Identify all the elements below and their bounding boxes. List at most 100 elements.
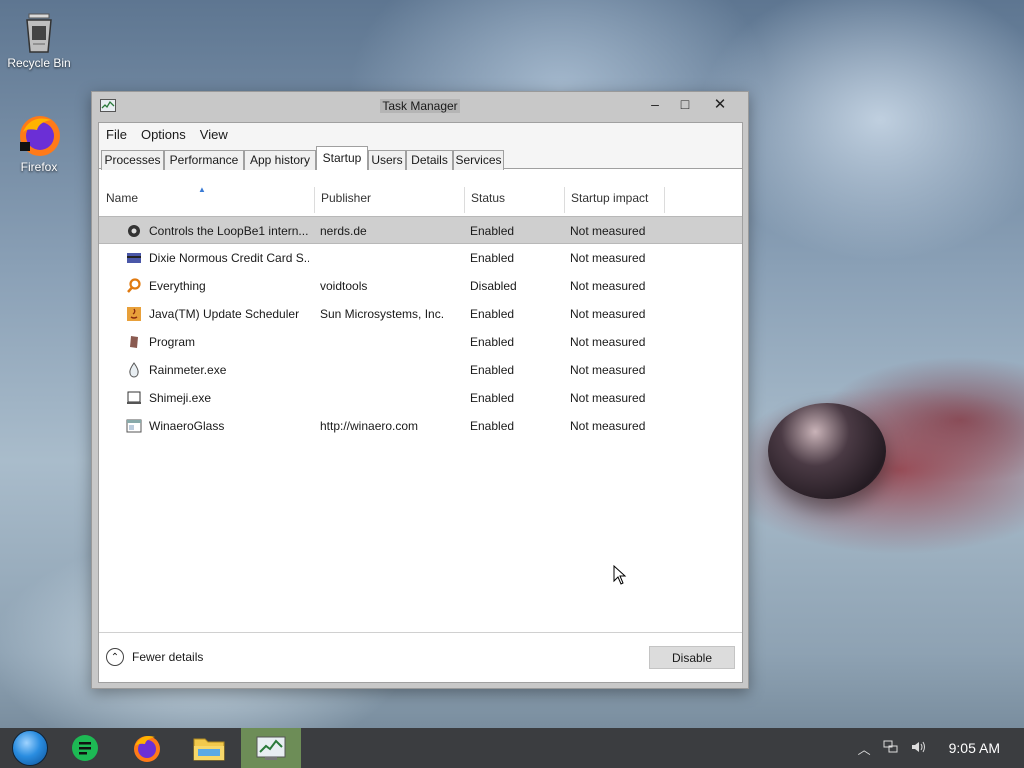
row-impact: Not measured	[570, 279, 646, 293]
tab-startup[interactable]: Startup	[316, 146, 368, 170]
tab-strip: Processes Performance App history Startu…	[99, 145, 742, 170]
recycle-bin-icon	[17, 8, 61, 53]
table-row[interactable]: Java(TM) Update Scheduler Sun Microsyste…	[99, 300, 742, 328]
chevron-up-icon: ⌃	[106, 648, 124, 666]
tab-processes[interactable]: Processes	[101, 150, 164, 170]
firefox-icon	[134, 736, 160, 762]
row-status: Enabled	[470, 363, 515, 377]
tab-users[interactable]: Users	[368, 150, 406, 170]
tab-app-history[interactable]: App history	[244, 150, 316, 170]
table-row[interactable]: Dixie Normous Credit Card S... Enabled N…	[99, 244, 742, 272]
column-divider[interactable]	[314, 187, 315, 213]
system-tray: ︿ 9:05 AM	[858, 728, 1024, 768]
column-header-status[interactable]: Status	[471, 191, 505, 205]
close-button[interactable]: ✕	[705, 94, 735, 114]
row-status: Disabled	[470, 279, 517, 293]
row-publisher: http://winaero.com	[320, 419, 419, 433]
file-explorer-icon	[193, 738, 225, 761]
table-row[interactable]: Rainmeter.exe Enabled Not measured	[99, 356, 742, 384]
firefox-icon	[17, 112, 61, 156]
title-bar[interactable]: Task Manager – □ ✕	[92, 92, 748, 120]
wallpaper-water-drop	[768, 403, 886, 499]
row-name: Shimeji.exe	[149, 391, 212, 405]
task-manager-window: Task Manager – □ ✕ File Options View Pro…	[91, 91, 749, 689]
table-row[interactable]: WinaeroGlass http://winaero.com Enabled …	[99, 412, 742, 440]
menu-view[interactable]: View	[200, 127, 228, 142]
magnifier-icon	[126, 278, 142, 294]
maximize-icon: □	[680, 96, 690, 112]
notes-app-icon	[72, 735, 98, 761]
minimize-icon: –	[651, 96, 659, 112]
row-impact: Not measured	[570, 335, 646, 349]
row-status: Enabled	[470, 391, 515, 405]
taskbar-task-manager[interactable]	[241, 728, 301, 768]
menu-file[interactable]: File	[106, 127, 127, 142]
column-header-startup-impact[interactable]: Startup impact	[571, 191, 648, 205]
row-impact: Not measured	[570, 419, 646, 433]
row-impact: Not measured	[570, 391, 646, 405]
table-row[interactable]: Controls the LoopBe1 intern... nerds.de …	[99, 216, 742, 244]
tab-performance[interactable]: Performance	[164, 150, 244, 170]
taskbar-firefox[interactable]	[117, 728, 177, 768]
shimeji-icon	[126, 390, 142, 406]
fewer-details-label: Fewer details	[132, 650, 204, 664]
column-divider[interactable]	[664, 187, 665, 213]
tab-services[interactable]: Services	[453, 150, 504, 170]
row-status: Enabled	[470, 419, 515, 433]
volume-icon[interactable]	[911, 740, 927, 757]
column-divider[interactable]	[464, 187, 465, 213]
network-icon[interactable]	[883, 740, 899, 757]
maximize-button[interactable]: □	[670, 94, 700, 114]
footer-bar: ⌃ Fewer details Disable	[99, 632, 742, 682]
row-name: Program	[149, 335, 196, 349]
desktop-icon-firefox[interactable]: Firefox	[4, 112, 74, 174]
row-name: Rainmeter.exe	[149, 363, 227, 377]
menu-bar: File Options View	[99, 123, 742, 145]
row-name: Everything	[149, 279, 206, 293]
row-name: Controls the LoopBe1 intern...	[149, 224, 309, 238]
table-row[interactable]: Program Enabled Not measured	[99, 328, 742, 356]
row-status: Enabled	[470, 251, 515, 265]
row-publisher: Sun Microsystems, Inc.	[320, 307, 445, 321]
column-header-name[interactable]: Name	[106, 191, 138, 205]
credit-card-icon	[126, 250, 142, 266]
chevron-up-icon[interactable]: ︿	[858, 739, 871, 758]
row-name: Java(TM) Update Scheduler	[149, 307, 300, 321]
desktop-icon-label: Firefox	[20, 160, 58, 174]
taskbar-file-explorer[interactable]	[179, 728, 239, 768]
row-status: Enabled	[470, 335, 515, 349]
tab-details[interactable]: Details	[406, 150, 453, 170]
column-divider[interactable]	[564, 187, 565, 213]
window-client: File Options View Processes Performance …	[98, 122, 743, 683]
loopbe-icon	[126, 223, 142, 239]
disable-button[interactable]: Disable	[649, 646, 735, 669]
start-button[interactable]	[0, 728, 60, 768]
row-publisher: voidtools	[320, 279, 368, 293]
java-icon	[126, 306, 142, 322]
task-manager-icon	[256, 736, 286, 760]
clock[interactable]: 9:05 AM	[949, 740, 1000, 756]
sort-ascending-icon: ▲	[198, 185, 206, 194]
row-publisher: nerds.de	[320, 224, 367, 238]
row-impact: Not measured	[570, 251, 646, 265]
winaero-icon	[126, 418, 142, 434]
row-name: Dixie Normous Credit Card S...	[149, 251, 309, 265]
rainmeter-drop-icon	[126, 362, 142, 378]
program-icon	[126, 334, 142, 350]
row-impact: Not measured	[570, 224, 646, 238]
column-header-row: ▲ Name Publisher Status Startup impact	[99, 169, 742, 213]
menu-options[interactable]: Options	[141, 127, 186, 142]
desktop-icon-recycle-bin[interactable]: Recycle Bin	[4, 8, 74, 70]
table-row[interactable]: Shimeji.exe Enabled Not measured	[99, 384, 742, 412]
row-status: Enabled	[470, 307, 515, 321]
row-impact: Not measured	[570, 307, 646, 321]
taskbar-notes-app[interactable]	[55, 728, 115, 768]
table-row[interactable]: Everything voidtools Disabled Not measur…	[99, 272, 742, 300]
minimize-button[interactable]: –	[640, 94, 670, 114]
mouse-cursor-icon	[613, 564, 627, 588]
row-name: WinaeroGlass	[149, 419, 225, 433]
close-icon: ✕	[713, 96, 727, 113]
column-header-publisher[interactable]: Publisher	[321, 191, 371, 205]
fewer-details-button[interactable]: ⌃ Fewer details	[106, 648, 203, 666]
taskbar: ︿ 9:05 AM	[0, 728, 1024, 768]
